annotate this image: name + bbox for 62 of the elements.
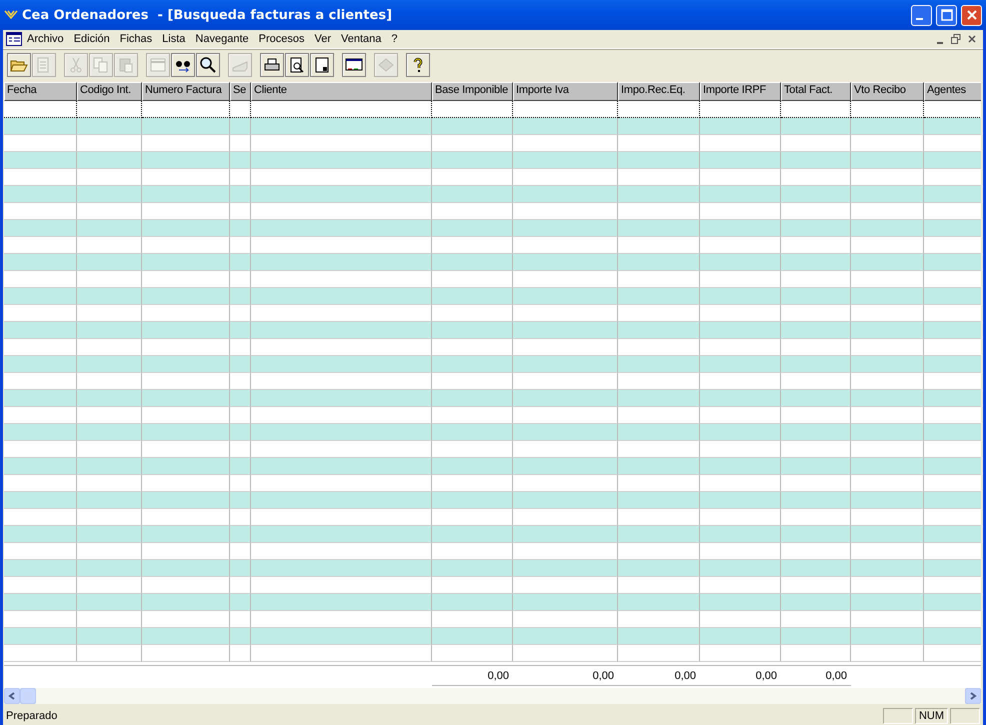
scrollbar-thumb[interactable] [20,688,36,704]
table-cell [781,645,851,662]
document-window-icon [6,32,22,46]
page-icon [313,56,331,74]
minimize-icon [937,42,943,44]
column-header[interactable]: Vto Recibo [851,82,924,101]
app-logo-icon [4,10,18,20]
restore-icon [951,34,961,44]
column-header[interactable]: Base Imponible [432,82,513,101]
menu-item[interactable]: Ver [310,33,336,45]
menu-item[interactable]: Navegante [190,33,254,45]
total-value: 0,00 [432,666,513,686]
toolbar-button[interactable] [342,53,366,77]
column-header[interactable]: Impo.Rec.Eq. [618,82,700,101]
toolbar-button[interactable] [310,53,334,77]
menu-item[interactable]: Procesos [254,33,310,45]
toolbar-button[interactable] [171,53,195,77]
column-header[interactable]: Agentes [924,82,981,101]
maximize-icon [940,9,952,21]
toolbar-button[interactable] [406,53,430,77]
total-value: 0,00 [618,666,700,686]
column-header[interactable]: Se [230,82,251,101]
minimize-icon [916,18,923,20]
total-value: 0,00 [700,666,781,686]
menu-item[interactable]: Edición [68,33,115,45]
menu-item[interactable]: Lista [157,33,190,45]
table-cell [77,645,142,662]
close-button[interactable] [961,4,982,26]
total-value: 0,00 [513,666,618,686]
close-icon [968,35,976,43]
status-panel [950,708,980,724]
column-header[interactable]: Fecha [4,82,77,101]
toolbar-button[interactable] [285,53,309,77]
column-header[interactable]: Importe IRPF [700,82,781,101]
maximize-button[interactable] [936,4,957,26]
scroll-right-button[interactable] [965,688,981,704]
window-icon [149,56,167,74]
eraser-icon [377,56,395,74]
column-header[interactable]: Numero Factura [142,82,230,101]
column-header[interactable]: Cliente [251,82,432,101]
menu-item[interactable]: Ventana [336,33,386,45]
menu-item[interactable]: Fichas [114,33,158,45]
column-header[interactable]: Importe Iva [513,82,618,101]
print-preview-icon [288,56,306,74]
close-icon [966,9,978,21]
toolbar-button[interactable] [260,53,284,77]
scroll-left-button[interactable] [4,688,20,704]
total-value: 0,00 [781,666,851,686]
menu-item[interactable]: Archivo [22,33,69,45]
copy-icon [92,56,110,74]
status-message: Preparado [6,710,58,722]
toolbar-button[interactable] [196,53,220,77]
table-cell [230,645,251,662]
status-indicator: NUM [914,708,948,724]
clipboard-icon [117,56,135,74]
column-header[interactable]: Total Fact. [781,82,851,101]
minimize-button[interactable] [911,4,932,26]
status-panel [882,708,913,724]
menu-item[interactable]: ? [386,33,403,45]
column-header[interactable]: Codigo Int. [77,82,142,101]
window-title: Cea Ordenadores - [Busqueda facturas a clientes] [22,8,394,22]
search-icon [199,56,217,74]
